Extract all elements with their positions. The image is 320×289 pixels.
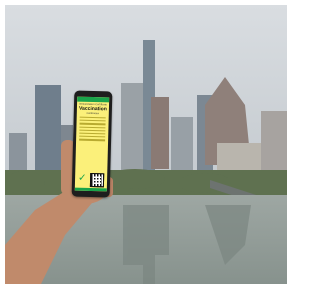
screen-header-bar (77, 96, 110, 103)
screen-text-lines (79, 116, 106, 141)
phone-screen: Immunization Certificate Vaccination Cer… (74, 96, 110, 192)
background-illustration (5, 5, 287, 284)
qr-code-icon (89, 172, 105, 188)
photo-scene: Immunization Certificate Vaccination Cer… (5, 5, 287, 284)
smartphone: Immunization Certificate Vaccination Cer… (71, 90, 113, 198)
screen-footer-bar (74, 187, 107, 192)
checkmark-icon: ✓ (77, 172, 87, 184)
screen-bottom: ✓ (77, 173, 105, 188)
